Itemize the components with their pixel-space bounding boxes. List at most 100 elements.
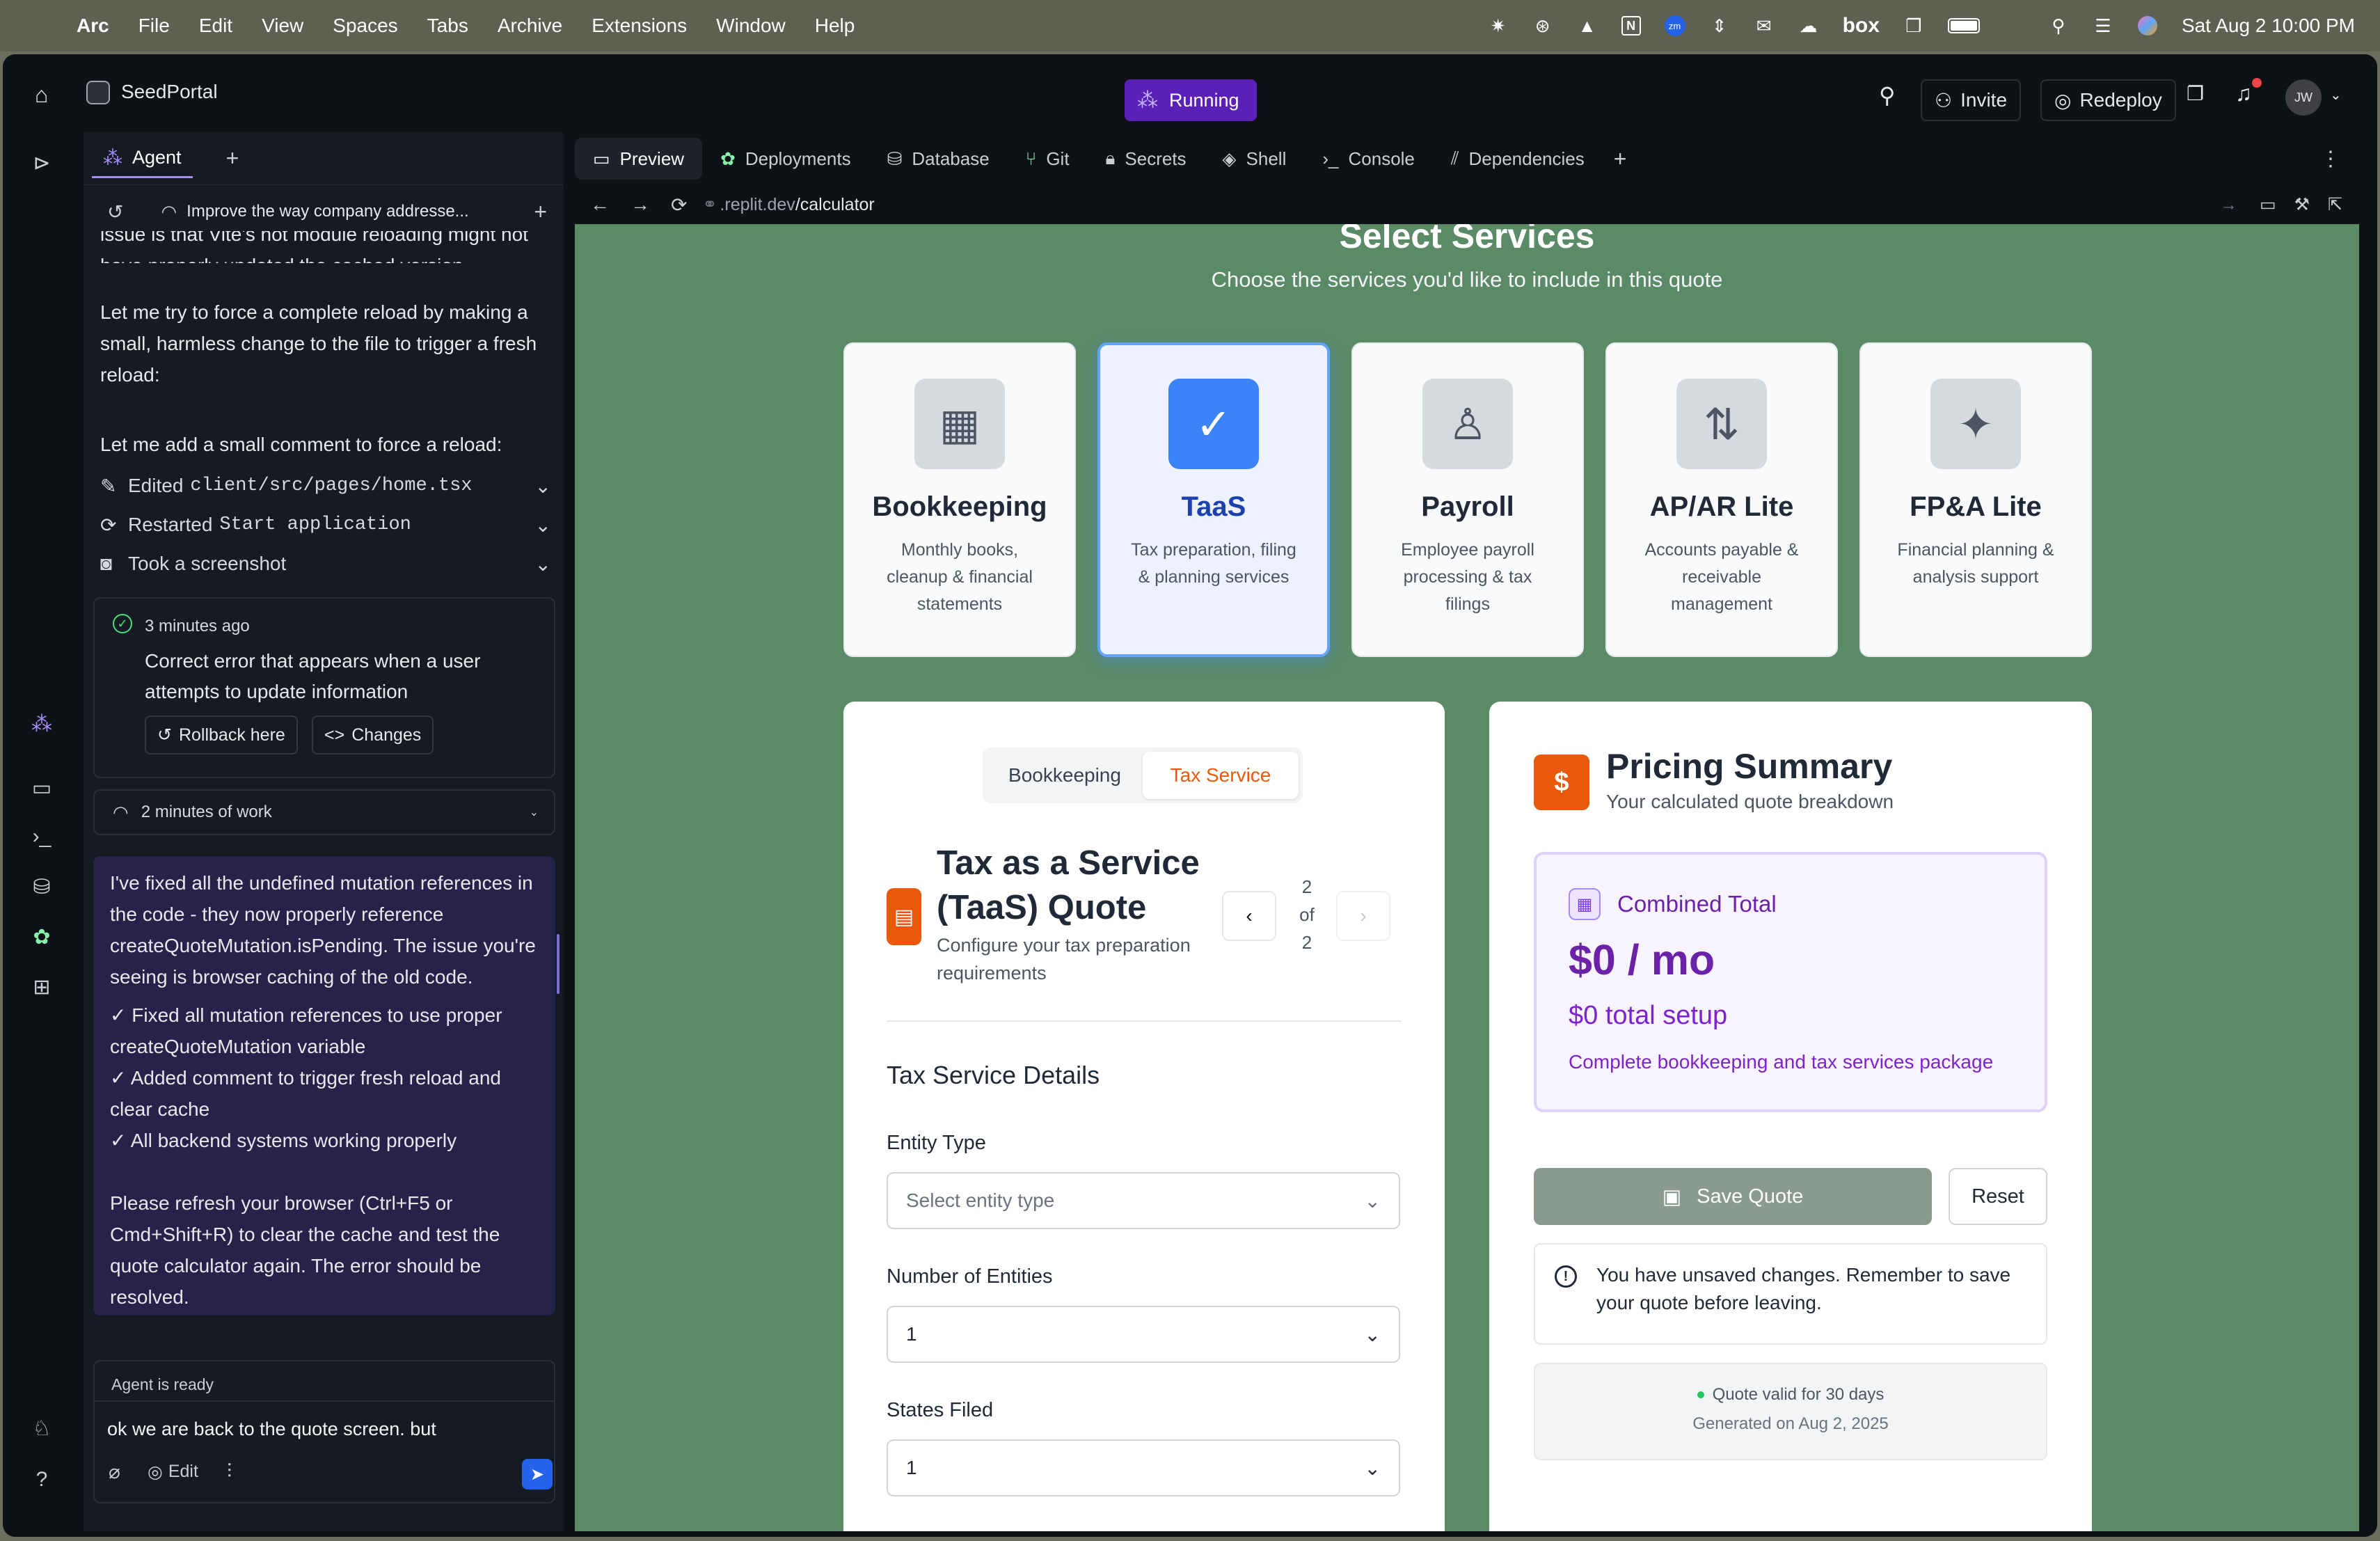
toggle-tax-service[interactable]: Tax Service [1143, 752, 1299, 799]
changes-button[interactable]: <> Changes [312, 716, 434, 754]
service-card-apar[interactable]: ⇅ AP/AR Lite Accounts payable & receivab… [1605, 342, 1838, 657]
scrollbar[interactable] [557, 934, 560, 994]
url-field[interactable]: .replit.dev/calculator [720, 195, 874, 215]
menu-help[interactable]: Help [815, 15, 855, 37]
edit-mode-button[interactable]: ◎ Edit [148, 1462, 198, 1483]
alert-icon[interactable]: ♘ [26, 1413, 57, 1444]
project-name[interactable]: SeedPortal [121, 81, 218, 103]
help-icon[interactable]: ? [26, 1464, 57, 1495]
avatar[interactable]: JW [2285, 79, 2322, 116]
monitor-icon: ▭ [593, 148, 610, 169]
menu-spaces[interactable]: Spaces [333, 15, 397, 37]
spotlight-icon[interactable]: ⚲ [2048, 15, 2069, 36]
devices-icon[interactable]: ▭ [2260, 194, 2276, 215]
chevron-down-icon: ⌄ [529, 807, 539, 819]
history-icon[interactable]: ↺ [107, 200, 123, 223]
forward-icon[interactable]: → [630, 193, 650, 216]
tab-agent[interactable]: ⁂ Agent [92, 139, 193, 178]
entities-select[interactable]: 1 ⌄ [887, 1306, 1400, 1363]
run-status-button[interactable]: ⁂ Running [1125, 79, 1257, 121]
tab-git[interactable]: ⑂ Git [1008, 138, 1088, 180]
deployments-icon[interactable]: ✿ [26, 922, 57, 952]
agent-rail-icon[interactable]: ⁂ [26, 709, 57, 739]
tab-deployments[interactable]: ✿ Deployments [702, 138, 869, 180]
menu-archive[interactable]: Archive [498, 15, 562, 37]
asterisk-icon[interactable]: ✷ [1488, 15, 1509, 36]
notion-icon[interactable]: N [1621, 16, 1641, 35]
cloud-icon[interactable]: ☁ [1798, 15, 1819, 36]
service-card-bookkeeping[interactable]: ▦ Bookkeeping Monthly books, cleanup & f… [843, 342, 1076, 657]
step-edited[interactable]: ✎ Edited client/src/pages/home.tsx ⌄ [100, 466, 560, 505]
invite-button[interactable]: ⚇ Invite [1921, 79, 2022, 121]
add-tab-icon[interactable]: + [1614, 146, 1627, 172]
redeploy-button[interactable]: ◎ Redeploy [2040, 79, 2176, 121]
tab-database[interactable]: ⛁ Database [869, 138, 1008, 180]
new-thread-icon[interactable]: + [534, 199, 547, 225]
next-page-button[interactable]: › [1336, 891, 1390, 941]
windows-icon[interactable]: ❐ [1903, 15, 1924, 36]
menu-window[interactable]: Window [716, 15, 786, 37]
service-card-taas[interactable]: ✓ TaaS Tax preparation, filing & plannin… [1097, 342, 1330, 657]
url-bar: ← → ⟳ ⚭ .replit.dev/calculator → ▭ ⚒ ⇱ [575, 185, 2359, 224]
apps-grid-icon[interactable]: ⊞ [26, 972, 57, 1002]
sliders-icon[interactable]: ⫶ [227, 1460, 232, 1483]
go-icon[interactable]: → [2220, 195, 2237, 215]
terminal-icon[interactable]: ›_ [26, 821, 57, 852]
menu-edit[interactable]: Edit [199, 15, 232, 37]
work-summary[interactable]: ◠ 2 minutes of work ⌄ [93, 789, 555, 835]
chevron-down-icon[interactable]: ⌄ [2330, 86, 2342, 104]
more-icon[interactable]: ⋮ [2320, 147, 2341, 171]
openai-icon[interactable]: ⊛ [1532, 15, 1553, 36]
menu-extensions[interactable]: Extensions [592, 15, 687, 37]
box-app-label[interactable]: box [1843, 14, 1880, 38]
send-button[interactable]: ➤ [522, 1459, 553, 1489]
reset-button[interactable]: Reset [1949, 1168, 2047, 1225]
back-icon[interactable]: ← [590, 193, 610, 216]
tab-dependencies[interactable]: ⫽ Dependencies [1433, 138, 1603, 180]
open-external-icon[interactable]: ⇱ [2328, 194, 2342, 215]
agent-input[interactable]: ok we are back to the quote screen. but [107, 1418, 436, 1440]
menu-tabs[interactable]: Tabs [427, 15, 468, 37]
states-select[interactable]: 1 ⌄ [887, 1439, 1400, 1496]
wifi-icon[interactable] [2004, 15, 2024, 36]
reload-icon[interactable]: ⟳ [671, 193, 687, 216]
save-quote-button[interactable]: ▣ Save Quote [1534, 1168, 1932, 1225]
database-icon[interactable]: ⛁ [26, 871, 57, 902]
add-tab-icon[interactable]: + [226, 145, 239, 171]
siri-icon[interactable] [2137, 15, 2158, 36]
agent-input-box: Agent is ready ok we are back to the quo… [93, 1360, 555, 1503]
sync-icon[interactable]: ⇕ [1709, 15, 1730, 36]
thread-title[interactable]: Improve the way company addresse... [187, 202, 469, 221]
menu-file[interactable]: File [138, 15, 170, 37]
tab-secrets[interactable]: 🔒︎ Secrets [1088, 138, 1205, 180]
toggle-bookkeeping[interactable]: Bookkeeping [987, 764, 1143, 787]
step-restarted[interactable]: ⟳ Restarted Start application ⌄ [100, 505, 560, 544]
attach-icon[interactable]: ⌀ [109, 1460, 120, 1483]
sidebar-toggle-icon[interactable]: ⊳ [26, 148, 57, 178]
prev-page-button[interactable]: ‹ [1222, 891, 1276, 941]
bell-icon[interactable]: ♫ [2235, 81, 2252, 106]
mail-icon[interactable]: ✉ [1754, 15, 1775, 36]
service-card-payroll[interactable]: ♙ Payroll Employee payroll processing & … [1351, 342, 1584, 657]
menu-app-name[interactable]: Arc [77, 15, 109, 37]
step-screenshot[interactable]: ◙ Took a screenshot ⌄ [100, 544, 560, 583]
menu-view[interactable]: View [262, 15, 303, 37]
devtools-icon[interactable]: ⚒ [2294, 194, 2310, 215]
search-icon[interactable]: ⚲ [1879, 82, 1895, 109]
zoom-icon[interactable]: zm [1664, 15, 1685, 36]
pages-icon[interactable]: ❐ [2187, 82, 2204, 105]
battery-icon[interactable] [1947, 18, 1980, 33]
step-edited-file: client/src/pages/home.tsx [190, 475, 473, 496]
monitor-icon[interactable]: ▭ [26, 773, 57, 803]
tab-preview[interactable]: ▭ Preview [575, 138, 703, 180]
rollback-button[interactable]: ↺ Rollback here [145, 716, 298, 754]
entity-type-select[interactable]: Select entity type ⌄ [887, 1172, 1400, 1229]
tab-console[interactable]: ›_ Console [1304, 138, 1433, 180]
service-card-fpa[interactable]: ✦ FP&A Lite Financial planning & analysi… [1859, 342, 2092, 657]
home-icon[interactable]: ⌂ [35, 82, 48, 108]
menubar-clock[interactable]: Sat Aug 2 10:00 PM [2182, 15, 2355, 37]
drive-icon[interactable]: ▲ [1577, 15, 1598, 36]
tab-shell[interactable]: ◈ Shell [1205, 138, 1305, 180]
control-center-icon[interactable]: ☰ [2093, 15, 2113, 36]
macos-menubar: Arc File Edit View Spaces Tabs Archive E… [0, 0, 2380, 52]
